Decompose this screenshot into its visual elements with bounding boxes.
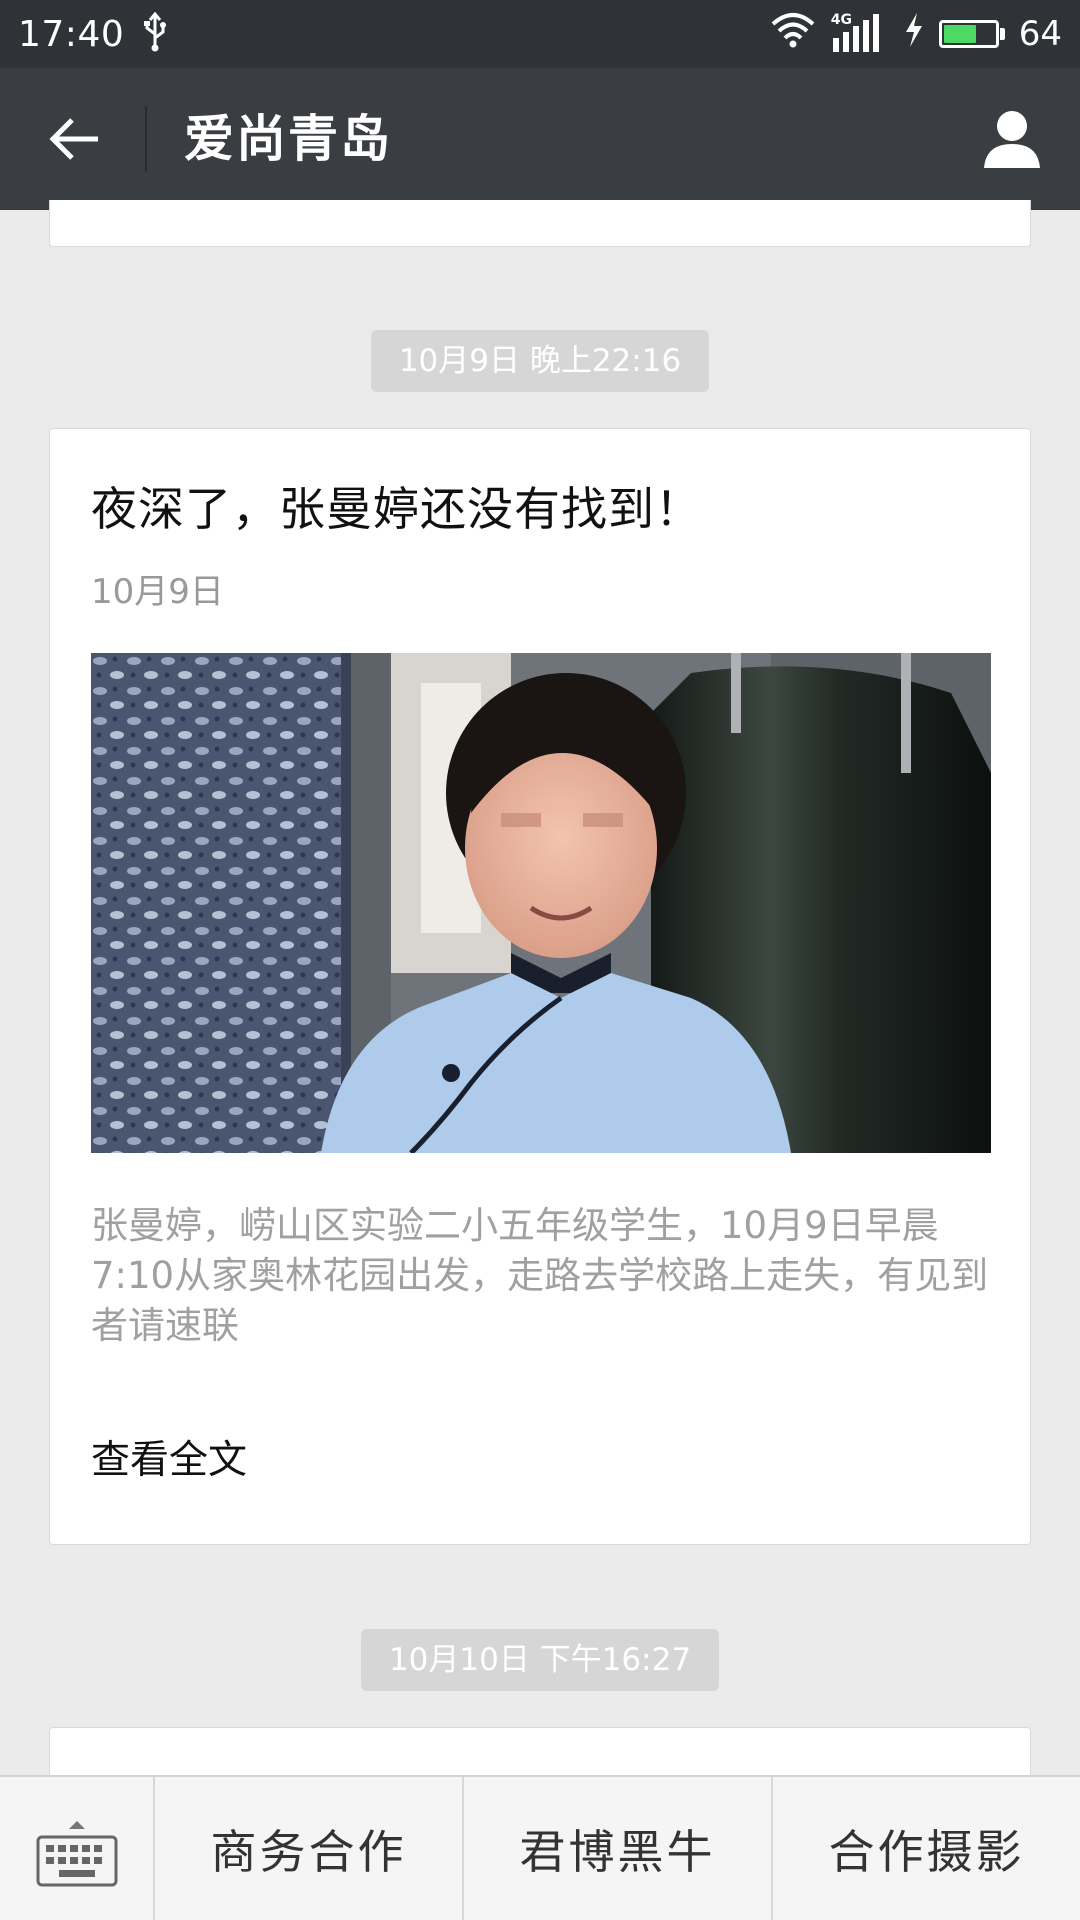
signal-icon: 4G — [829, 12, 889, 54]
title-bar: 爱尚青岛 — [0, 68, 1080, 210]
status-time: 17:40 — [18, 13, 125, 55]
status-bar: 17:40 4G 64 — [0, 0, 1080, 68]
page-title: 爱尚青岛 — [184, 110, 392, 168]
article-card[interactable]: 夜深了，张曼婷还没有找到！ 10月9日 张曼婷，崂山区实验二小五年级学生，10月… — [49, 428, 1031, 1545]
read-full-article-link[interactable]: 查看全文 — [91, 1429, 247, 1485]
wifi-icon — [771, 12, 815, 57]
battery-percent: 64 — [1018, 14, 1062, 54]
person-icon — [984, 111, 1040, 168]
previous-article-card[interactable] — [49, 200, 1031, 247]
title-divider — [145, 106, 147, 172]
article-title[interactable]: 夜深了，张曼婷还没有找到！ — [91, 473, 702, 539]
keyboard-toggle-button[interactable] — [0, 1777, 155, 1920]
article-cover-image[interactable] — [91, 653, 991, 1153]
menu-item-photography[interactable]: 合作摄影 — [771, 1777, 1080, 1920]
bottom-menu: 商务合作 君博黑牛 合作摄影 — [0, 1775, 1080, 1920]
profile-button[interactable] — [972, 98, 1052, 178]
menu-item-business[interactable]: 商务合作 — [155, 1777, 462, 1920]
article-summary: 张曼婷，崂山区实验二小五年级学生，10月9日早晨7:10从家奥林花园出发，走路去… — [91, 1204, 989, 1347]
arrow-left-icon — [49, 118, 98, 160]
message-timestamp: 10月9日 晚上22:16 — [371, 330, 709, 392]
battery-icon — [938, 20, 1005, 48]
message-timestamp: 10月10日 下午16:27 — [361, 1629, 719, 1691]
menu-item-junbo[interactable]: 君博黑牛 — [462, 1777, 771, 1920]
keyboard-icon — [36, 1820, 117, 1886]
charging-icon — [903, 12, 925, 57]
back-button[interactable] — [34, 104, 114, 174]
article-date: 10月9日 — [91, 572, 224, 612]
usb-icon — [142, 11, 168, 56]
